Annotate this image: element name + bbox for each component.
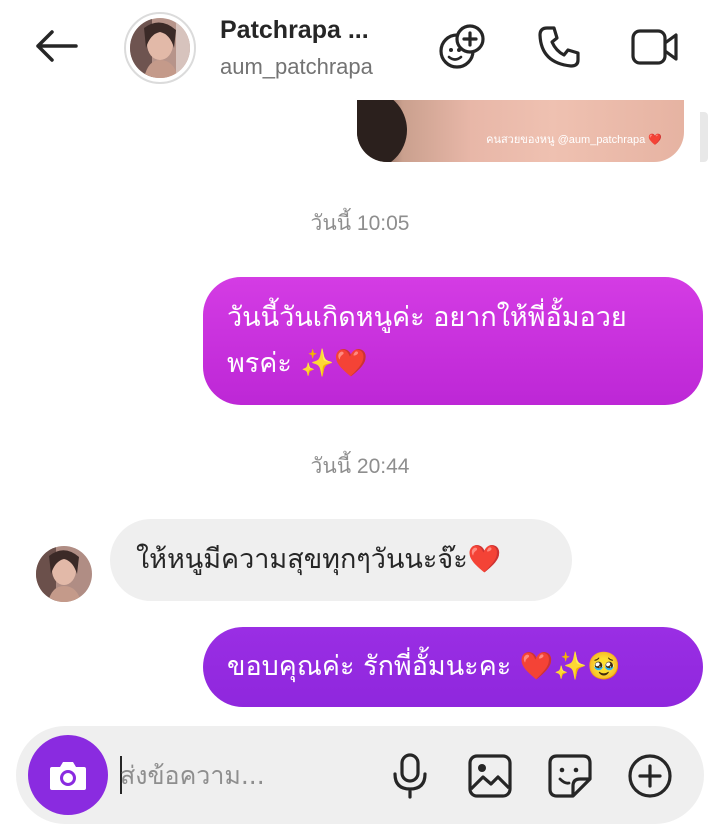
contact-avatar[interactable] bbox=[124, 12, 196, 84]
microphone-icon bbox=[393, 753, 427, 799]
back-arrow-icon bbox=[36, 30, 78, 62]
message-input[interactable] bbox=[120, 752, 380, 798]
voice-call-button[interactable] bbox=[532, 20, 586, 74]
back-button[interactable] bbox=[28, 22, 84, 70]
shared-image-message[interactable]: คนสวยของหนู @aum_patchrapa ❤️ bbox=[357, 100, 684, 162]
add-friend-icon bbox=[439, 24, 485, 69]
contact-username[interactable]: aum_patchrapa bbox=[220, 54, 373, 80]
add-friend-button[interactable] bbox=[436, 20, 490, 74]
outgoing-message[interactable]: ขอบคุณค่ะ รักพี่อั้มนะคะ ❤️✨🥹 bbox=[203, 627, 703, 707]
video-call-button[interactable] bbox=[628, 20, 682, 74]
shared-image-edge bbox=[700, 112, 708, 162]
camera-button[interactable] bbox=[28, 735, 108, 815]
camera-icon bbox=[50, 762, 86, 790]
message-line: พรค่ะ ✨❤️ bbox=[227, 348, 368, 379]
timestamp: วันนี้ 20:44 bbox=[310, 455, 410, 478]
plus-icon bbox=[628, 754, 672, 798]
avatar-image bbox=[130, 18, 190, 78]
sticker-button[interactable] bbox=[544, 750, 596, 802]
sticker-icon bbox=[548, 754, 592, 798]
message-composer bbox=[16, 726, 704, 824]
phone-icon bbox=[538, 26, 580, 68]
chat-header: Patchrapa ... aum_patchrapa bbox=[0, 0, 720, 100]
gallery-button[interactable] bbox=[464, 750, 516, 802]
timestamp: วันนี้ 10:05 bbox=[310, 212, 410, 235]
sender-avatar[interactable] bbox=[36, 546, 92, 602]
outgoing-message[interactable]: วันนี้วันเกิดหนูค่ะ อยากให้พี่อั้มอวย พร… bbox=[203, 277, 703, 405]
contact-name[interactable]: Patchrapa ... bbox=[220, 16, 369, 45]
message-line: วันนี้วันเกิดหนูค่ะ อยากให้พี่อั้มอวย bbox=[227, 302, 627, 333]
more-options-button[interactable] bbox=[624, 750, 676, 802]
voice-message-button[interactable] bbox=[384, 750, 436, 802]
gallery-icon bbox=[468, 754, 512, 798]
video-icon bbox=[631, 29, 678, 65]
incoming-message[interactable]: ให้หนูมีความสุขทุกๆวันนะจ๊ะ❤️ bbox=[110, 519, 572, 601]
shared-image-caption: คนสวยของหนู @aum_patchrapa ❤️ bbox=[486, 134, 662, 146]
